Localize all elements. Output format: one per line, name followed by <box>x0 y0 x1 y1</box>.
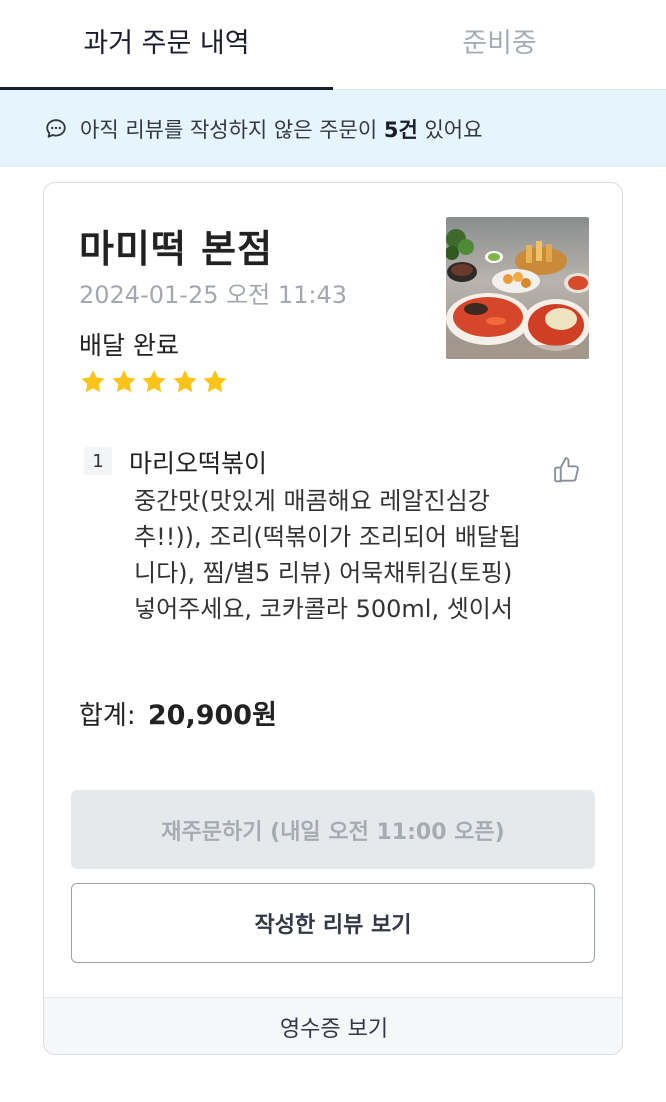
store-thumbnail[interactable] <box>446 217 589 359</box>
view-review-button[interactable]: 작성한 리뷰 보기 <box>71 883 595 963</box>
banner-suffix: 있어요 <box>417 117 483 142</box>
order-date: 2024-01-25 오전 11:43 <box>79 281 348 309</box>
banner-text: 아직 리뷰를 작성하지 않은 주문이 5건 있어요 <box>80 114 482 144</box>
chat-bubble-icon <box>44 117 68 141</box>
tab-preparing[interactable]: 준비중 <box>333 0 666 90</box>
star-icon <box>111 370 136 393</box>
star-icon <box>142 370 166 393</box>
item-name: 마리오떡볶이 <box>129 449 268 478</box>
item-options: 중간맛(맛있게 매콤해요 레알진심강추!!)), 조리(떡볶이가 조리되어 배달… <box>134 487 521 623</box>
review-reminder-banner: 아직 리뷰를 작성하지 않은 주문이 5건 있어요 <box>0 90 666 167</box>
unreviewed-count: 5건 <box>383 117 418 142</box>
total-label: 합계: <box>79 701 136 731</box>
view-receipt-button[interactable]: 영수증 보기 <box>44 997 622 1054</box>
order-total: 합계: 20,900원 <box>79 693 277 732</box>
star-icon <box>81 370 105 393</box>
order-card[interactable]: 마미떡 본점 2024-01-25 오전 11:43 배달 완료 1 마리오떡볶… <box>43 182 623 1055</box>
reorder-button[interactable]: 재주문하기 (내일 오전 11:00 오픈) <box>71 790 595 869</box>
tab-past-orders[interactable]: 과거 주문 내역 <box>0 0 333 91</box>
rating-stars <box>79 368 232 396</box>
thumbs-up-icon[interactable] <box>552 455 582 485</box>
tab-bar: 과거 주문 내역 준비중 <box>0 0 666 91</box>
star-icon <box>172 370 197 393</box>
total-amount: 20,900원 <box>147 700 277 731</box>
star-icon <box>203 370 227 393</box>
item-quantity: 1 <box>84 447 112 475</box>
order-status: 배달 완료 <box>79 331 179 360</box>
store-name[interactable]: 마미떡 본점 <box>79 218 273 273</box>
banner-prefix: 아직 리뷰를 작성하지 않은 주문이 <box>80 117 384 142</box>
